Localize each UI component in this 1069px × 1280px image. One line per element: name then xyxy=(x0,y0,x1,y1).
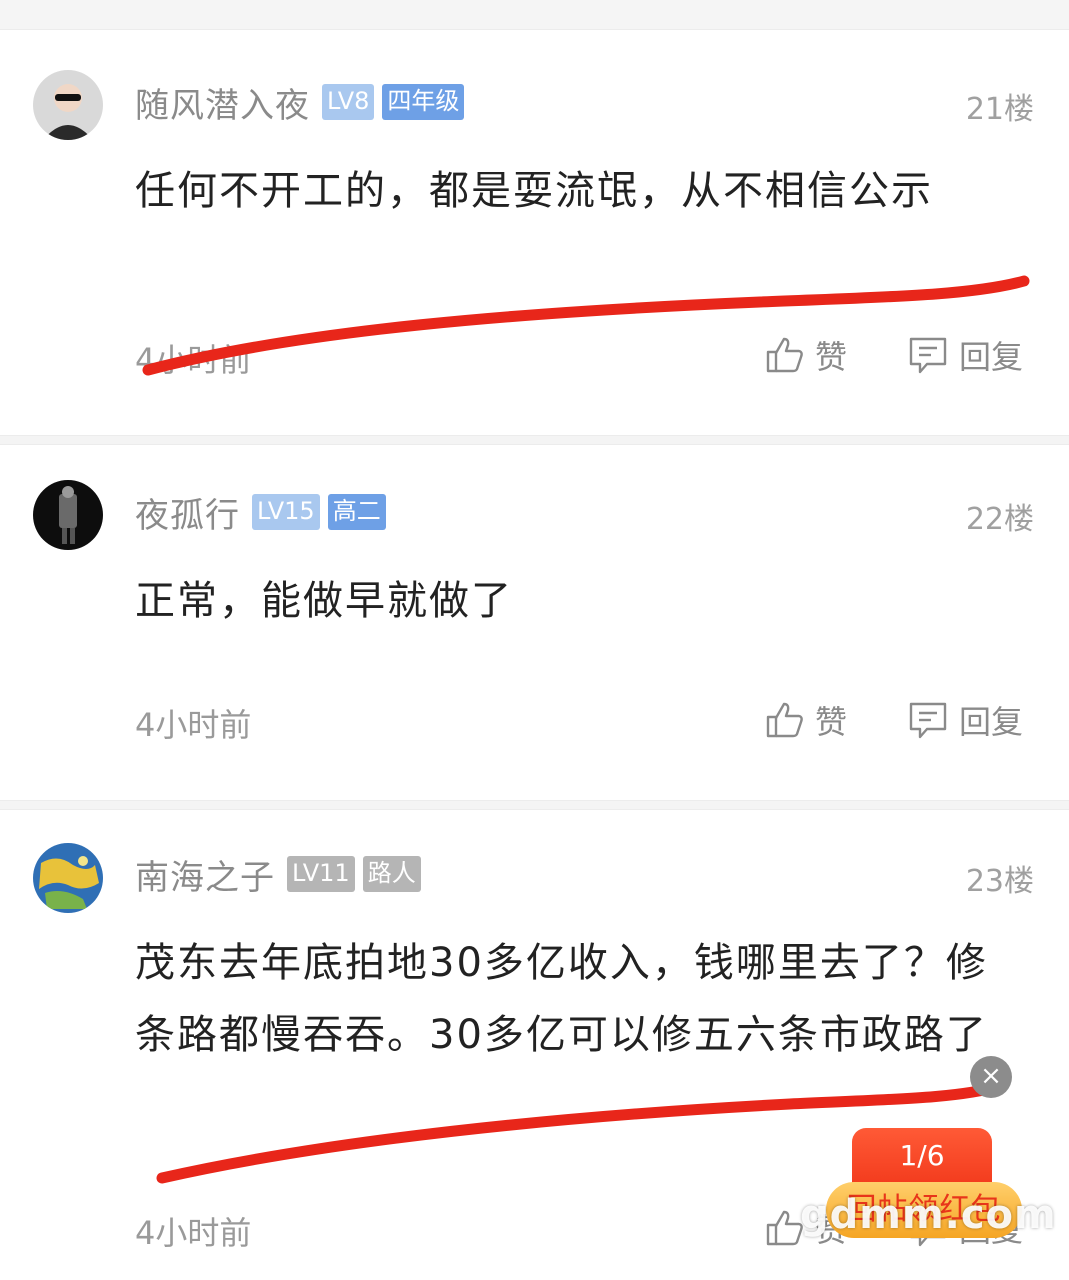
comment-21: 随风潜入夜 LV8 四年级 21楼 任何不开工的，都是耍流氓，从不相信公示 4小… xyxy=(0,30,1069,435)
grade-badge: 四年级 xyxy=(382,84,465,120)
floor-number: 22楼 xyxy=(965,502,1034,537)
timestamp: 4小时前 xyxy=(135,706,252,744)
floor-number: 23楼 xyxy=(965,864,1034,899)
user-row: 夜孤行 LV15 高二 xyxy=(135,488,386,537)
user-row: 南海之子 LV11 路人 xyxy=(135,850,421,899)
reply-button[interactable]: 回复 xyxy=(907,697,1023,743)
reply-button[interactable]: 回复 xyxy=(907,332,1023,378)
comment-icon xyxy=(907,700,949,740)
grade-badge: 高二 xyxy=(327,494,386,530)
comment-text[interactable]: 正常，能做早就做了 xyxy=(135,565,995,637)
level-badge: LV8 xyxy=(322,84,375,120)
avatar[interactable] xyxy=(33,480,103,550)
reply-label: 回复 xyxy=(959,338,1024,376)
grade-badge: 路人 xyxy=(362,856,421,892)
avatar[interactable] xyxy=(33,843,103,913)
comment-icon xyxy=(907,335,949,375)
username[interactable]: 夜孤行 xyxy=(135,488,240,537)
like-button[interactable]: 赞 xyxy=(765,332,847,378)
like-label: 赞 xyxy=(815,703,848,741)
comment-text[interactable]: 茂东去年底拍地30多亿收入，钱哪里去了？修条路都慢吞吞。30多亿可以修五六条市政… xyxy=(135,927,995,1071)
top-divider xyxy=(0,0,1069,30)
level-badge: LV11 xyxy=(287,856,355,892)
like-button[interactable]: 赞 xyxy=(765,697,847,743)
level-badge: LV15 xyxy=(252,494,320,530)
thumbs-up-icon xyxy=(765,1208,805,1248)
timestamp: 4小时前 xyxy=(135,1214,252,1252)
comment-separator xyxy=(0,435,1069,445)
thumbs-up-icon xyxy=(765,335,805,375)
avatar[interactable] xyxy=(33,70,103,140)
user-row: 随风潜入夜 LV8 四年级 xyxy=(135,78,465,127)
username[interactable]: 随风潜入夜 xyxy=(135,78,310,127)
reply-label: 回复 xyxy=(959,703,1024,741)
comment-text[interactable]: 任何不开工的，都是耍流氓，从不相信公示 xyxy=(135,155,995,227)
floor-number: 21楼 xyxy=(965,92,1034,127)
comment-22: 夜孤行 LV15 高二 22楼 正常，能做早就做了 4小时前 赞 回复 xyxy=(0,445,1069,800)
thumbs-up-icon xyxy=(765,700,805,740)
timestamp: 4小时前 xyxy=(135,341,252,379)
username[interactable]: 南海之子 xyxy=(135,850,275,899)
watermark: gdmm.com xyxy=(800,1192,1057,1238)
red-packet-counter[interactable]: 1/6 xyxy=(852,1128,992,1188)
comment-separator xyxy=(0,800,1069,810)
like-label: 赞 xyxy=(815,338,848,376)
close-icon[interactable]: × xyxy=(970,1056,1012,1098)
